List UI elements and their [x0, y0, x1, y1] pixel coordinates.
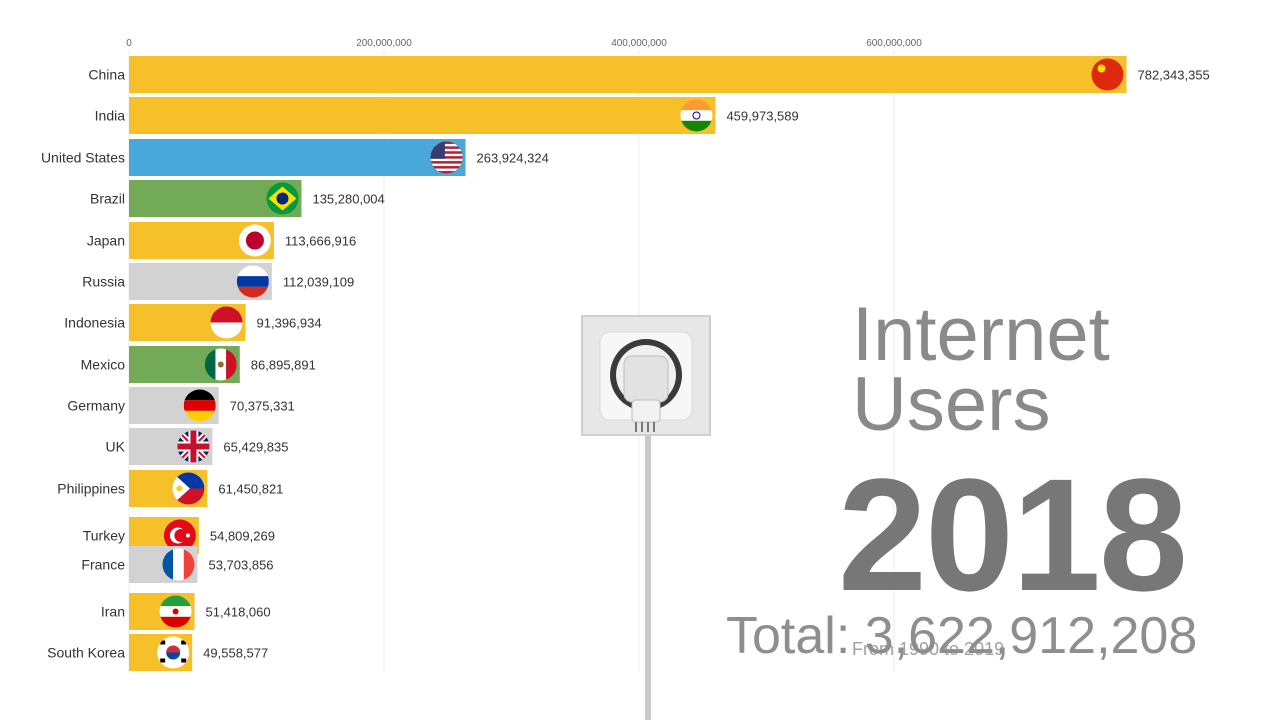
- year-label: 2018: [838, 445, 1188, 624]
- value-label: 112,039,109: [283, 275, 354, 290]
- brazil-flag-icon: [266, 182, 299, 215]
- value-label: 91,396,934: [257, 316, 322, 331]
- category-label: Turkey: [83, 528, 125, 544]
- china-flag-icon: [1091, 58, 1124, 91]
- mexico-flag-icon: [204, 348, 237, 381]
- uk-flag-icon: [177, 430, 210, 463]
- category-label: Germany: [67, 398, 125, 414]
- philippines-flag-icon: [172, 472, 205, 505]
- bar-row-south-korea: South Korea 49,558,577: [47, 634, 268, 671]
- value-label: 49,558,577: [203, 646, 268, 661]
- iran-flag-icon: [159, 595, 192, 628]
- value-label: 459,973,589: [726, 109, 798, 124]
- bar-row-india: India 459,973,589: [95, 97, 799, 134]
- chart-title: Internet Users: [852, 292, 1110, 447]
- bar-row-mexico: Mexico 86,895,891: [81, 346, 316, 383]
- bar-row-uk: UK 65,429,835: [106, 428, 289, 465]
- usa-flag-icon: [430, 141, 463, 174]
- bar-row-japan: Japan 113,666,916: [87, 222, 356, 259]
- category-label: China: [88, 67, 125, 83]
- value-label: 61,450,821: [218, 482, 283, 497]
- x-tick-label: 400,000,000: [611, 38, 667, 49]
- indonesia-flag-icon: [210, 306, 243, 339]
- title-line-1: Internet: [852, 292, 1110, 377]
- total-label: Total: 3,622,912,208: [726, 607, 1198, 665]
- x-axis-ticks: 0 200,000,000 400,000,000 600,000,000: [126, 38, 922, 49]
- value-label: 782,343,355: [1137, 68, 1209, 83]
- category-label: UK: [106, 439, 126, 455]
- bar-row-brazil: Brazil 135,280,004: [90, 180, 385, 217]
- bar-row-united-states: United States 263,924,324: [41, 139, 549, 176]
- category-label: Philippines: [57, 481, 125, 497]
- category-label: United States: [41, 150, 125, 166]
- value-label: 65,429,835: [223, 440, 288, 455]
- x-tick-label: 200,000,000: [356, 38, 412, 49]
- bar-row-iran: Iran 51,418,060: [101, 593, 271, 630]
- category-label: Russia: [82, 274, 125, 290]
- bar: [129, 139, 466, 176]
- value-label: 263,924,324: [477, 151, 549, 166]
- category-label: Iran: [101, 604, 125, 620]
- value-label: 113,666,916: [285, 234, 356, 249]
- value-label: 70,375,331: [230, 399, 295, 414]
- category-label: Japan: [87, 233, 125, 249]
- title-line-2: Users: [852, 362, 1051, 447]
- south-korea-flag-icon: [157, 636, 190, 669]
- bar-row-china: China 782,343,355: [88, 56, 1210, 93]
- india-flag-icon: [680, 99, 713, 132]
- x-tick-label: 600,000,000: [866, 38, 922, 49]
- france-flag-icon: [162, 548, 195, 581]
- category-label: India: [95, 108, 126, 124]
- category-label: France: [81, 557, 125, 573]
- power-plug-socket-icon: [581, 315, 711, 720]
- x-tick-label: 0: [126, 38, 132, 49]
- category-label: Indonesia: [64, 315, 125, 331]
- value-label: 86,895,891: [251, 358, 316, 373]
- bar-row-indonesia: Indonesia 91,396,934: [64, 304, 322, 341]
- category-label: Brazil: [90, 191, 125, 207]
- category-label: South Korea: [47, 645, 125, 661]
- russia-flag-icon: [236, 265, 269, 298]
- bar-row-france: France 53,703,856: [81, 546, 274, 583]
- bar-row-philippines: Philippines 61,450,821: [57, 470, 283, 507]
- bar-row-germany: Germany 70,375,331: [67, 387, 295, 424]
- germany-flag-icon: [183, 389, 216, 422]
- value-label: 51,418,060: [206, 605, 271, 620]
- bar: [129, 56, 1127, 93]
- value-label: 135,280,004: [312, 192, 384, 207]
- chart-stage: 0 200,000,000 400,000,000 600,000,000 China…: [0, 0, 1280, 720]
- value-label: 54,809,269: [210, 529, 275, 544]
- bar: [129, 97, 716, 134]
- bar-row-russia: Russia 112,039,109: [82, 263, 354, 300]
- value-label: 53,703,856: [208, 558, 273, 573]
- category-label: Mexico: [81, 357, 126, 373]
- japan-flag-icon: [238, 224, 271, 257]
